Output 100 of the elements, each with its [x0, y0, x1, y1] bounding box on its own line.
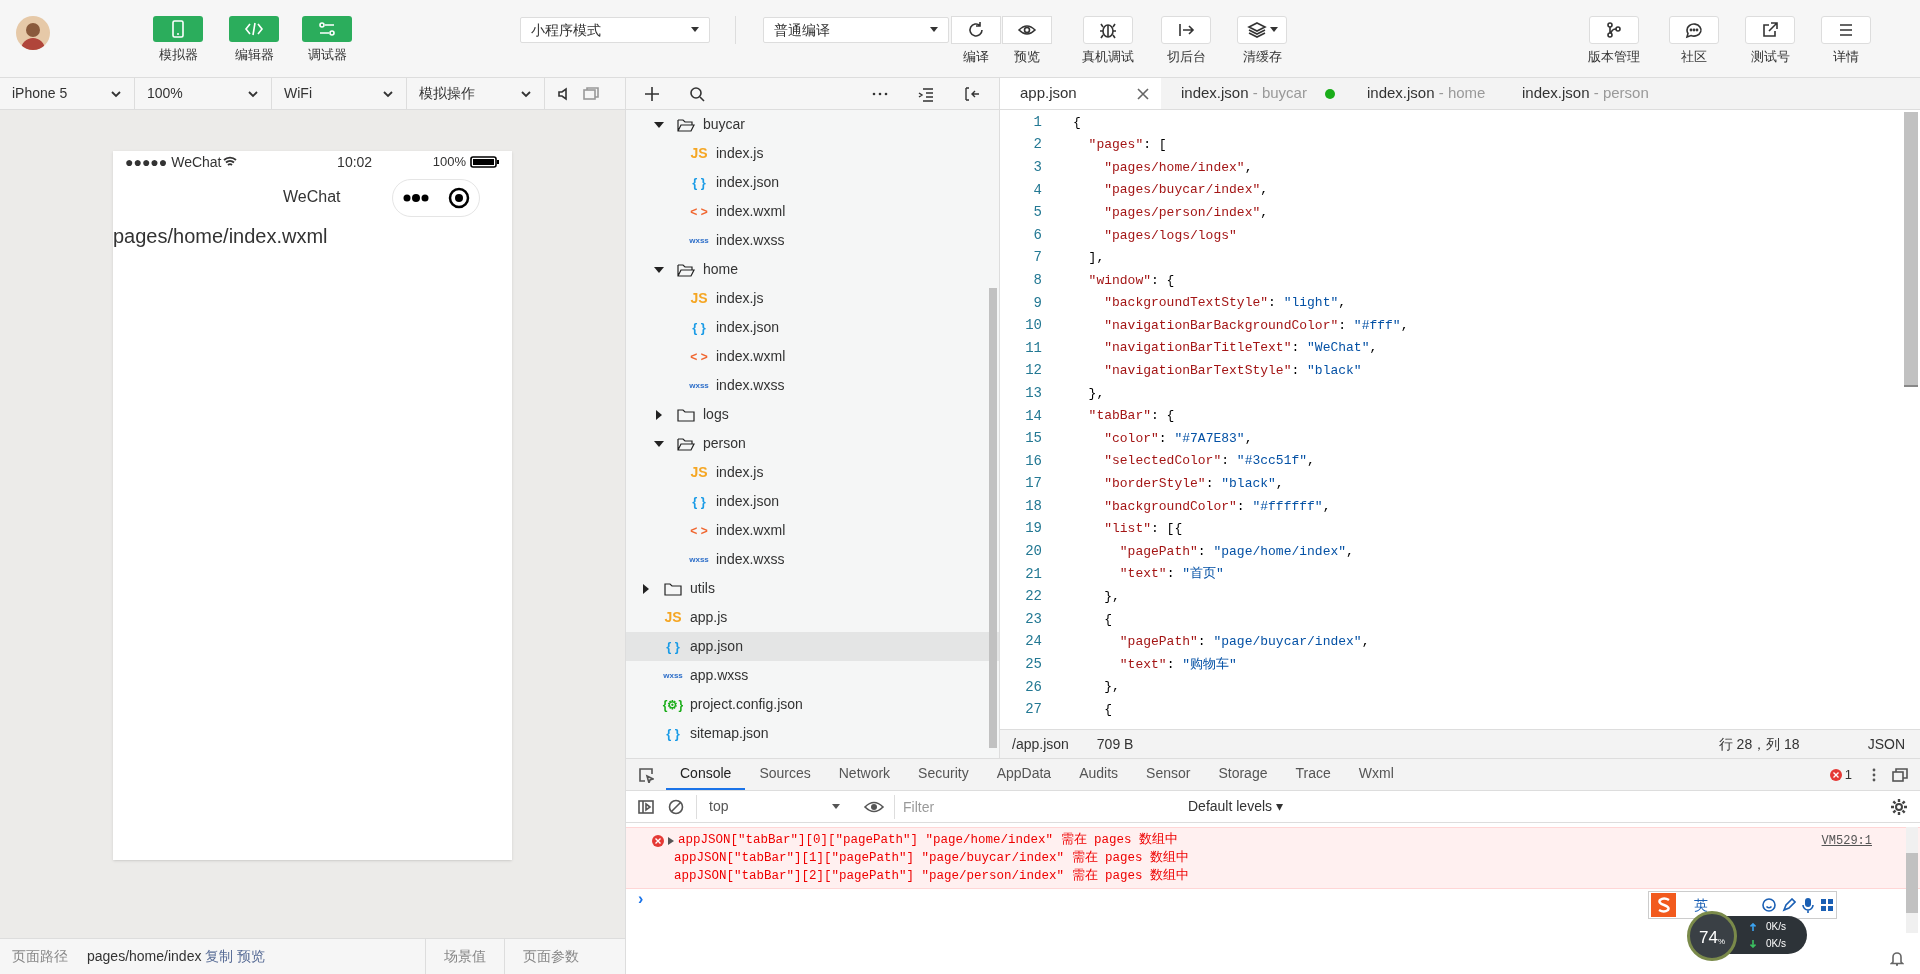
device-dropdown[interactable]: 100% [135, 78, 272, 109]
inspect-icon[interactable] [638, 766, 654, 783]
line-number: 13 [1024, 383, 1042, 403]
file-tree-item[interactable]: { } index.json [626, 313, 999, 342]
editor-tab[interactable]: app.json [1000, 78, 1161, 109]
file-tree-item[interactable]: < > index.wxml [626, 197, 999, 226]
caret-right-icon[interactable] [668, 837, 674, 845]
devtools-tab[interactable]: Security [904, 759, 983, 790]
search-icon[interactable] [689, 86, 705, 102]
view-toggle-button[interactable] [229, 16, 279, 42]
file-tree-item[interactable]: JS index.js [626, 284, 999, 313]
view-toggle-button[interactable] [153, 16, 203, 42]
file-tree-item[interactable]: < > index.wxml [626, 516, 999, 545]
file-tree-item[interactable]: home [626, 255, 999, 284]
file-tree-item[interactable]: JS index.js [626, 139, 999, 168]
devtools-tab[interactable]: Network [824, 759, 905, 790]
smile-icon[interactable] [1762, 898, 1776, 912]
caret-icon [1269, 27, 1278, 33]
error-icon [1829, 768, 1842, 781]
file-tree-item[interactable]: wxss index.wxss [626, 371, 999, 400]
avatar[interactable] [16, 16, 50, 50]
file-type-icon: { } [692, 491, 706, 512]
line-number: 16 [1024, 451, 1042, 471]
devtools-tab[interactable]: Sensor [1132, 759, 1205, 790]
caret-right-icon[interactable] [641, 583, 651, 594]
dock-icon[interactable] [1892, 767, 1908, 782]
kebab-icon[interactable] [1872, 767, 1876, 782]
mode-dropdown[interactable]: 小程序模式 [520, 17, 710, 43]
caret-right-icon[interactable] [654, 409, 664, 420]
toolbar-button[interactable] [1083, 16, 1133, 44]
view-label: 模拟器 [158, 46, 198, 64]
file-type-icon: { } [666, 636, 680, 657]
file-tree-item[interactable]: { } index.json [626, 168, 999, 197]
devtools-tab[interactable]: Wxml [1344, 759, 1408, 790]
eye-icon[interactable] [864, 799, 884, 814]
settings-icon[interactable] [1890, 797, 1908, 816]
error-count: 1 [1844, 765, 1852, 784]
outline-icon[interactable] [918, 86, 934, 102]
devtools-tab[interactable]: Sources [745, 759, 825, 790]
file-tree-item[interactable]: < > index.wxml [626, 342, 999, 371]
devtools-tab[interactable]: AppData [982, 759, 1066, 790]
copy-link[interactable]: 复制 [205, 946, 234, 967]
open-folder-icon [677, 117, 695, 132]
devtools-tab[interactable]: Storage [1204, 759, 1282, 790]
more-icon[interactable] [402, 193, 429, 203]
compile-dropdown[interactable]: 普通编译 [763, 17, 949, 43]
close-icon[interactable] [1137, 87, 1149, 100]
devtools-tab[interactable]: Trace [1281, 759, 1345, 790]
toolbar-button[interactable] [1821, 16, 1871, 44]
clear-icon[interactable] [668, 798, 684, 815]
code-line: "backgroundTextStyle": "light", [1103, 294, 1347, 313]
plus-icon[interactable] [644, 86, 660, 102]
context-dropdown[interactable]: top [696, 794, 852, 819]
toolbar-button[interactable] [1745, 16, 1795, 44]
toolbar-button[interactable] [1589, 16, 1639, 44]
file-tree-item[interactable]: {⚙} project.config.json [626, 690, 999, 719]
file-tree-item[interactable]: wxss index.wxss [626, 545, 999, 574]
grid-icon[interactable] [1820, 898, 1834, 912]
file-tree-item[interactable]: utils [626, 574, 999, 603]
target-icon[interactable] [447, 187, 470, 209]
file-tree-item[interactable]: { } index.json [626, 487, 999, 516]
caret-down-icon[interactable] [654, 119, 664, 130]
source-link[interactable]: VM529:1 [1821, 832, 1872, 850]
view-toggle-button[interactable] [302, 16, 352, 42]
pen-icon[interactable] [1782, 898, 1796, 912]
levels-dropdown[interactable]: Default levels ▾ [1188, 796, 1283, 817]
file-tree-item[interactable]: wxss app.wxss [626, 661, 999, 690]
code-line: }, [1103, 678, 1120, 697]
toolbar-button[interactable] [951, 16, 1001, 44]
bell-icon[interactable] [1890, 950, 1904, 966]
file-tree-item[interactable]: wxss index.wxss [626, 226, 999, 255]
down-arrow-icon [1750, 939, 1756, 948]
file-type-icon: JS [690, 143, 708, 164]
file-tree-item[interactable]: { } app.json [626, 632, 999, 661]
file-tree-item[interactable]: buycar [626, 110, 999, 139]
code-line: "list": [{ [1103, 520, 1183, 539]
caret-down-icon[interactable] [654, 438, 664, 449]
toolbar-button[interactable] [1161, 16, 1211, 44]
caret-down-icon[interactable] [654, 264, 664, 275]
code-line: "window": { [1087, 271, 1175, 290]
device-dropdown[interactable]: WiFi [272, 78, 407, 109]
microphone-icon[interactable] [1802, 897, 1814, 913]
ime-mode-text[interactable]: 英 [1694, 894, 1708, 916]
file-tree-item[interactable]: person [626, 429, 999, 458]
file-tree-item[interactable]: { } sitemap.json [626, 719, 999, 748]
device-dropdown[interactable]: iPhone 5 [0, 78, 135, 109]
code-line: "navigationBarTextStyle": "black" [1103, 362, 1362, 381]
file-tree-item[interactable]: logs [626, 400, 999, 429]
file-tree-item[interactable]: JS index.js [626, 458, 999, 487]
toolbar-button[interactable] [1002, 16, 1052, 44]
sidebar-toggle-icon[interactable] [638, 799, 654, 814]
code-line: { [1073, 113, 1081, 132]
toolbar-button[interactable] [1237, 16, 1287, 44]
device-dropdown[interactable]: 模拟操作 [407, 78, 545, 109]
file-type-icon: JS [690, 462, 708, 483]
devtools-tab[interactable]: Audits [1065, 759, 1133, 790]
file-tree-item[interactable]: JS app.js [626, 603, 999, 632]
toolbar-button[interactable] [1669, 16, 1719, 44]
preview-link[interactable]: 预览 [237, 946, 266, 967]
collapse-icon[interactable] [964, 86, 980, 102]
